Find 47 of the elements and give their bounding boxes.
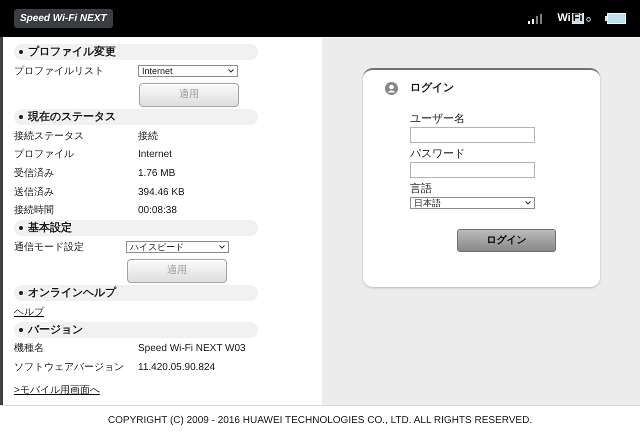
username-field[interactable] bbox=[410, 126, 535, 142]
mobile-view-link[interactable]: >モバイル用画面へ bbox=[14, 382, 100, 398]
field-value: Speed Wi-Fi NEXT W03 bbox=[138, 342, 246, 356]
copyright-text: COPYRIGHT (C) 2009 - 2016 HUAWEI TECHNOLOGIES CO., LTD. ALL RIGHTS RESERVED. bbox=[108, 414, 532, 428]
section-heading: 現在のステータス bbox=[28, 110, 116, 125]
field-label: 受信済み bbox=[14, 166, 55, 181]
field-value: 接続 bbox=[138, 130, 158, 144]
wifi-logo: Wi Fi bbox=[557, 10, 591, 27]
user-icon bbox=[385, 82, 398, 95]
battery-icon bbox=[605, 13, 626, 24]
field-label: パスワード bbox=[410, 146, 466, 162]
field-value: 11.420.05.90.824 bbox=[138, 361, 216, 376]
login-button[interactable]: ログイン bbox=[457, 228, 556, 252]
caret-icon bbox=[228, 69, 234, 74]
field-value: 394.46 KB bbox=[138, 186, 185, 200]
bullet-icon bbox=[19, 50, 23, 54]
section-heading: 基本設定 bbox=[28, 220, 72, 236]
section-heading: バージョン bbox=[28, 322, 83, 338]
help-link[interactable]: ヘルプ bbox=[14, 304, 44, 320]
bullet-icon bbox=[19, 114, 23, 119]
field-label: 接続時間 bbox=[14, 204, 55, 218]
bullet-icon bbox=[19, 290, 23, 295]
field-label: ユーザー名 bbox=[410, 112, 466, 126]
bullet-icon bbox=[19, 226, 23, 230]
login-title: ログイン bbox=[410, 81, 454, 96]
caret-icon bbox=[219, 245, 225, 250]
logo: Speed Wi-Fi NEXT bbox=[14, 9, 113, 28]
field-value: 1.76 MB bbox=[138, 166, 176, 181]
section-heading: オンラインヘルプ bbox=[28, 286, 116, 301]
signal-icon bbox=[528, 14, 544, 24]
caret-icon bbox=[525, 200, 531, 204]
field-label: プロファイル bbox=[14, 148, 75, 162]
field-label: 通信モード設定 bbox=[14, 240, 85, 255]
field-value: 00:08:38 bbox=[138, 204, 177, 218]
field-label: 機種名 bbox=[14, 342, 45, 356]
dropdown[interactable]: Internet bbox=[138, 65, 238, 78]
field-label: プロファイルリスト bbox=[14, 64, 105, 79]
field-label: 送信済み bbox=[14, 186, 55, 200]
field-label: ソフトウェアバージョン bbox=[14, 361, 125, 376]
field-value: Internet bbox=[138, 148, 172, 162]
field-label: 言語 bbox=[410, 182, 433, 196]
password-field[interactable] bbox=[410, 162, 535, 178]
language-dropdown[interactable]: 日本語 bbox=[410, 196, 535, 208]
dropdown[interactable]: ハイスピード bbox=[126, 241, 229, 254]
field-label: 接続ステータス bbox=[14, 130, 85, 144]
bullet-icon bbox=[19, 328, 23, 332]
section-heading: プロファイル変更 bbox=[28, 44, 116, 60]
